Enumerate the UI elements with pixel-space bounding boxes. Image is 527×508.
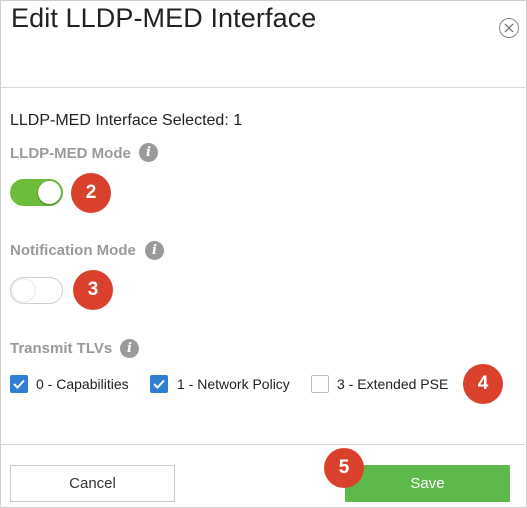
dialog-title: Edit LLDP-MED Interface — [11, 3, 317, 33]
tlv-capabilities-label: 0 - Capabilities — [36, 376, 129, 392]
tlv-network-policy-label: 1 - Network Policy — [177, 376, 290, 392]
tlv-capabilities-checkbox[interactable] — [10, 375, 28, 393]
info-icon[interactable]: i — [145, 241, 164, 260]
cancel-button[interactable]: Cancel — [10, 465, 175, 502]
tlv-network-policy-checkbox[interactable] — [150, 375, 168, 393]
header-divider — [1, 87, 527, 88]
edit-lldp-med-dialog: Edit LLDP-MED Interface LLDP-MED Interfa… — [0, 0, 527, 508]
check-icon — [13, 379, 25, 389]
footer-divider — [1, 444, 527, 445]
transmit-tlvs-label: Transmit TLVs — [10, 340, 113, 357]
step-badge-2: 2 — [71, 173, 111, 213]
info-icon[interactable]: i — [120, 339, 139, 358]
lldp-med-mode-toggle[interactable] — [10, 179, 63, 206]
step-badge-5: 5 — [324, 448, 364, 488]
close-icon — [504, 23, 514, 33]
toggle-knob — [38, 181, 61, 204]
lldp-med-mode-label: LLDP-MED Mode — [10, 145, 131, 162]
selected-count-text: LLDP-MED Interface Selected: 1 — [10, 112, 243, 129]
step-badge-4: 4 — [463, 364, 503, 404]
check-icon — [153, 379, 165, 389]
notification-mode-toggle[interactable] — [10, 277, 63, 304]
toggle-knob — [12, 279, 35, 302]
tlv-extended-pse-checkbox[interactable] — [311, 375, 329, 393]
info-icon[interactable]: i — [139, 143, 158, 162]
tlv-extended-pse-label: 3 - Extended PSE — [337, 376, 449, 392]
step-badge-3: 3 — [73, 270, 113, 310]
close-button[interactable] — [499, 18, 519, 38]
notification-mode-label: Notification Mode — [10, 242, 136, 259]
save-button[interactable]: Save — [345, 465, 510, 502]
